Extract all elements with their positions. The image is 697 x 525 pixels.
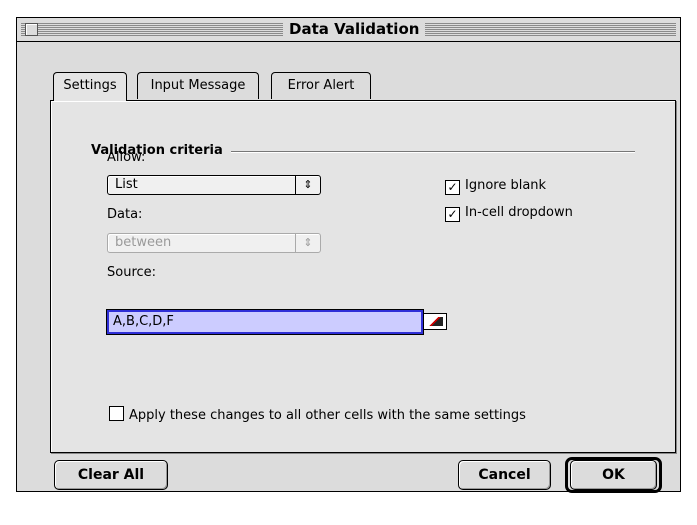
data-label: Data: [107,207,143,222]
clear-all-button[interactable]: Clear All [54,460,168,490]
in-cell-dropdown-option[interactable]: ✓ In-cell dropdown [445,204,573,222]
allow-select[interactable]: List ⇕ [107,175,321,195]
select-arrows-icon: ⇕ [295,176,320,194]
collapse-dialog-button[interactable] [423,313,447,330]
apply-all-option[interactable]: Apply these changes to all other cells w… [109,406,526,424]
apply-all-label: Apply these changes to all other cells w… [129,408,526,423]
allow-label: Allow: [107,150,146,165]
select-arrows-icon: ⇕ [295,234,320,252]
in-cell-dropdown-label: In-cell dropdown [465,205,573,220]
data-select: between ⇕ [107,233,321,253]
source-input[interactable]: A,B,C,D,F [106,309,424,335]
cancel-button[interactable]: Cancel [458,460,551,490]
range-select-icon [427,317,443,326]
settings-panel: Validation criteria Allow: List ⇕ Data: … [50,100,676,453]
tab-input-message[interactable]: Input Message [137,72,259,99]
ok-button[interactable]: OK [570,460,657,490]
apply-all-checkbox[interactable] [109,406,124,421]
allow-select-value: List [115,177,138,192]
source-label: Source: [107,265,157,280]
ignore-blank-checkbox[interactable]: ✓ [445,180,460,195]
ignore-blank-label: Ignore blank [465,178,547,193]
close-box-icon[interactable] [25,23,38,36]
ignore-blank-option[interactable]: ✓ Ignore blank [445,177,546,195]
data-select-value: between [115,235,172,250]
tab-settings[interactable]: Settings [53,72,127,101]
data-validation-dialog: Data Validation Input Message Error Aler… [16,17,681,493]
dialog-title: Data Validation [283,20,426,38]
in-cell-dropdown-checkbox[interactable]: ✓ [445,207,460,222]
tab-error-alert[interactable]: Error Alert [271,72,371,99]
